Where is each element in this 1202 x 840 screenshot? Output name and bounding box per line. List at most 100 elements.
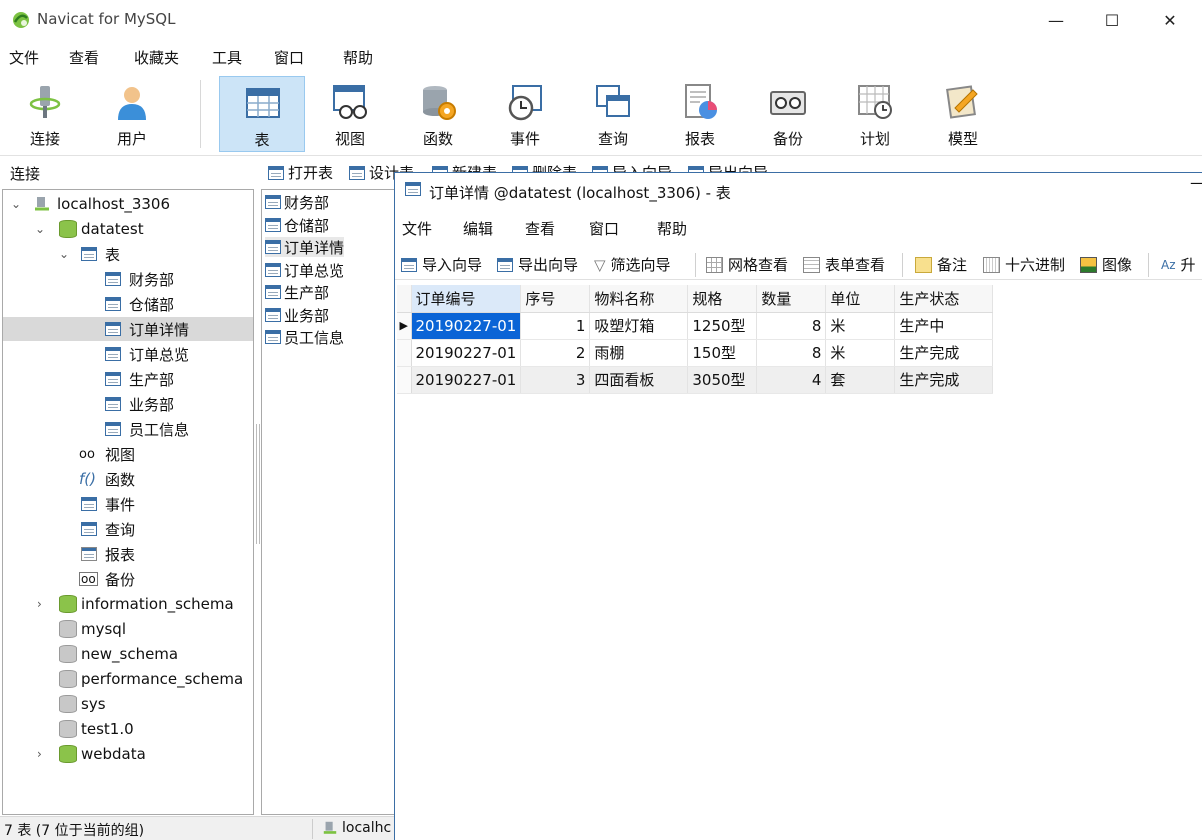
grid-cell[interactable]: 生产中 — [894, 312, 994, 340]
object-item[interactable]: 仓储部 — [265, 215, 329, 235]
column-header-material[interactable]: 物料名称 — [589, 285, 689, 313]
child-menu-window[interactable]: 窗口 — [589, 218, 619, 239]
grid-view-button[interactable]: 网格查看 — [706, 254, 788, 275]
child-menu-file[interactable]: 文件 — [402, 218, 432, 239]
grid-cell[interactable]: 吸塑灯箱 — [589, 312, 689, 340]
object-label: 生产部 — [284, 283, 330, 302]
grid-icon — [706, 256, 723, 273]
object-item[interactable]: 财务部 — [265, 192, 329, 212]
grid-cell[interactable]: 20190227-01 — [411, 339, 522, 367]
backup-button[interactable]: 备份 — [745, 76, 831, 152]
grid-cell[interactable]: 1250型 — [687, 312, 758, 340]
column-header-status[interactable]: 生产状态 — [894, 285, 994, 313]
grid-cell[interactable]: 生产完成 — [894, 366, 994, 394]
child-menu-view[interactable]: 查看 — [525, 218, 555, 239]
child-menu-edit[interactable]: 编辑 — [463, 218, 493, 239]
grid-cell[interactable]: 20190227-01 — [411, 366, 522, 394]
function-button[interactable]: 函数 — [395, 76, 481, 152]
function-icon: f() — [79, 470, 96, 488]
object-label: 业务部 — [284, 306, 330, 325]
tree-database-label: test1.0 — [81, 720, 134, 738]
column-header-unit[interactable]: 单位 — [825, 285, 896, 313]
grid-cell[interactable]: 米 — [825, 339, 896, 367]
view-glasses-icon: oo — [79, 446, 95, 462]
tree-events-label: 事件 — [105, 495, 136, 514]
table-row[interactable]: ▶ 20190227-01 1 吸塑灯箱 1250型 8 米 生产中 — [397, 312, 994, 340]
report-button[interactable]: 报表 — [657, 76, 743, 152]
column-header-seq[interactable]: 序号 — [520, 285, 591, 313]
menu-window[interactable]: 窗口 — [274, 47, 304, 68]
object-list: 财务部 仓储部 订单详情 订单总览 生产部 业务部 员工信息 — [261, 189, 401, 815]
grid-cell[interactable]: 8 — [756, 312, 827, 340]
collapse-arrow-icon[interactable]: ⌄ — [11, 197, 25, 211]
navicat-logo-icon — [13, 12, 29, 28]
object-item[interactable]: 订单总览 — [265, 260, 344, 280]
open-table-button[interactable]: 打开表 — [268, 162, 333, 183]
image-button[interactable]: 图像 — [1080, 254, 1132, 275]
menu-view[interactable]: 查看 — [69, 47, 99, 68]
row-marker — [397, 339, 412, 367]
object-item[interactable]: 员工信息 — [265, 327, 344, 347]
form-view-button[interactable]: 表单查看 — [803, 254, 885, 275]
table-icon — [265, 285, 281, 299]
model-button[interactable]: 模型 — [920, 76, 1006, 152]
expand-arrow-icon[interactable]: › — [37, 597, 51, 611]
column-header-qty[interactable]: 数量 — [756, 285, 827, 313]
database-closed-icon — [59, 720, 77, 738]
grid-cell[interactable]: 雨棚 — [589, 339, 689, 367]
table-button[interactable]: 表 — [219, 76, 305, 152]
grid-cell[interactable]: 套 — [825, 366, 896, 394]
export-wizard-button[interactable]: 导出向导 — [497, 254, 578, 275]
tree-table-label: 业务部 — [129, 395, 175, 414]
grid-cell[interactable]: 4 — [756, 366, 827, 394]
object-label: 订单详情 — [284, 238, 345, 257]
table-row[interactable]: 20190227-01 3 四面看板 3050型 4 套 生产完成 — [397, 366, 994, 394]
tree-table-label: 订单总览 — [129, 345, 190, 364]
grid-cell[interactable]: 8 — [756, 339, 827, 367]
grid-cell-selected[interactable]: 20190227-01 — [411, 312, 522, 340]
minimize-button[interactable]: — — [1027, 0, 1085, 40]
collapse-arrow-icon[interactable]: ⌄ — [59, 247, 73, 261]
import-wizard-button[interactable]: 导入向导 — [401, 254, 482, 275]
child-menu-help[interactable]: 帮助 — [657, 218, 687, 239]
menu-help[interactable]: 帮助 — [343, 47, 373, 68]
child-title-bar[interactable]: 订单详情 @datatest (localhost_3306) - 表 — — [395, 173, 1202, 209]
maximize-button[interactable]: ☐ — [1083, 0, 1141, 40]
splitter-grip[interactable] — [256, 424, 260, 544]
event-button[interactable]: 事件 — [482, 76, 568, 152]
database-closed-icon — [59, 620, 77, 638]
grid-cell[interactable]: 2 — [520, 339, 591, 367]
hex-button[interactable]: 十六进制 — [983, 254, 1065, 275]
user-button[interactable]: 用户 — [89, 76, 175, 152]
collapse-arrow-icon[interactable]: ⌄ — [35, 222, 49, 236]
object-item[interactable]: 生产部 — [265, 282, 329, 302]
sort-ascending-button[interactable]: Az 升 — [1161, 254, 1196, 275]
event-label: 事件 — [509, 130, 540, 148]
view-button[interactable]: 视图 — [307, 76, 393, 152]
grid-cell[interactable]: 生产完成 — [894, 339, 994, 367]
filter-wizard-button[interactable]: ▽ 筛选向导 — [594, 254, 671, 275]
query-button[interactable]: 查询 — [570, 76, 656, 152]
menu-tools[interactable]: 工具 — [212, 47, 242, 68]
image-icon — [1080, 256, 1097, 273]
menu-favorites[interactable]: 收藏夹 — [134, 47, 179, 68]
grid-cell[interactable]: 150型 — [687, 339, 758, 367]
object-item[interactable]: 业务部 — [265, 305, 329, 325]
close-button[interactable]: ✕ — [1141, 0, 1199, 40]
child-minimize-button[interactable]: — — [1190, 173, 1202, 192]
table-icon — [265, 240, 281, 254]
memo-button[interactable]: 备注 — [915, 254, 967, 275]
schedule-button[interactable]: 计划 — [832, 76, 918, 152]
expand-arrow-icon[interactable]: › — [37, 747, 51, 761]
grid-cell[interactable]: 1 — [520, 312, 591, 340]
object-item-selected[interactable]: 订单详情 — [265, 237, 345, 257]
grid-cell[interactable]: 3 — [520, 366, 591, 394]
table-row[interactable]: 20190227-01 2 雨棚 150型 8 米 生产完成 — [397, 339, 994, 367]
grid-cell[interactable]: 四面看板 — [589, 366, 689, 394]
grid-cell[interactable]: 米 — [825, 312, 896, 340]
connect-button[interactable]: 连接 — [2, 76, 88, 152]
grid-cell[interactable]: 3050型 — [687, 366, 758, 394]
column-header-spec[interactable]: 规格 — [687, 285, 758, 313]
menu-file[interactable]: 文件 — [9, 47, 39, 68]
column-header-order-no[interactable]: 订单编号 — [411, 285, 522, 313]
